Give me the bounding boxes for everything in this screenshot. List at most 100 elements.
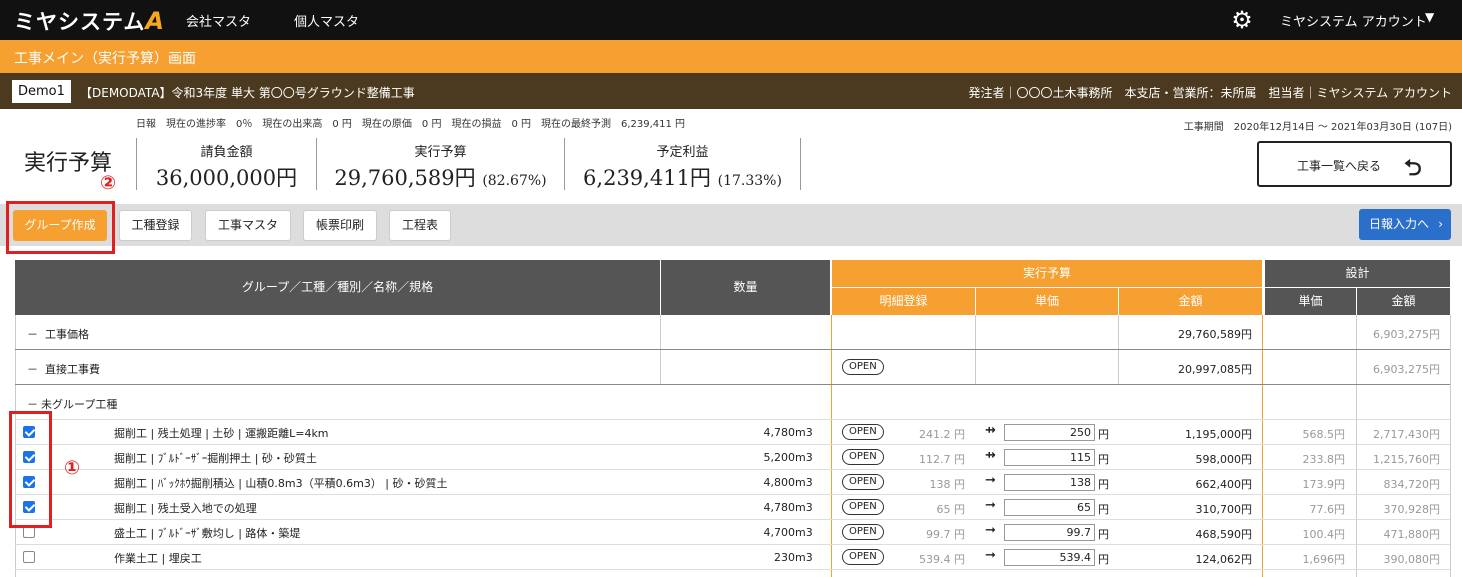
chevron-down-icon[interactable]: ▼ bbox=[1425, 10, 1434, 24]
row-checkbox[interactable] bbox=[23, 551, 35, 563]
item-name: 掘削工 | ﾊﾞｯｸﾎｳ掘削積込 | 山積0.8m3（平積0.6m3） | 砂・… bbox=[114, 477, 448, 490]
group-name: 直接工事費 bbox=[45, 363, 100, 376]
item-name: 盛土工 | ﾌﾞﾙﾄﾞｰｻﾞ敷均し | 路体・築堤 bbox=[114, 527, 301, 540]
project-bar: Demo1 【DEMODATA】令和3年度 単大 第〇〇号グラウンド整備工事 発… bbox=[0, 73, 1462, 109]
item-unit: m3 bbox=[795, 426, 813, 439]
summary-contract: 請負金額 36,000,000円 bbox=[136, 138, 316, 190]
top-navbar: ミヤシステムA 会社マスタ 個人マスタ ⚙ ミヤシステム アカウント ▼ bbox=[0, 0, 1462, 40]
group-amount: 20,997,085円 bbox=[1178, 363, 1252, 376]
item-qty: 230 bbox=[774, 551, 795, 564]
screen-title: 工事メイン（実行予算）画面 bbox=[14, 51, 196, 67]
logo-accent: A bbox=[145, 7, 165, 35]
screen-title-bar: 工事メイン（実行予算）画面 bbox=[0, 40, 1462, 73]
summary-label: 実行予算 bbox=[414, 145, 467, 160]
unit-price-input[interactable]: 115 bbox=[1004, 449, 1095, 466]
item-amount: 598,000円 bbox=[1195, 453, 1253, 466]
table-row: 作業土工 | 埋戻工 230 m3 OPEN 539.4 円 ➞ 539.4 円 124,062… bbox=[15, 545, 1450, 570]
table-row: 掘削工 | ﾊﾞｯｸﾎｳ掘削積込 | 山積0.8m3（平積0.6m3） | 砂・… bbox=[15, 470, 1450, 495]
item-unit: m3 bbox=[795, 451, 813, 464]
item-name: 掘削工 | 残土受入地での処理 bbox=[114, 502, 257, 515]
summary-label: 予定利益 bbox=[656, 145, 709, 160]
col-header-qty: 数量 bbox=[661, 260, 830, 315]
table-row: 掘削工 | 残土処理 | 土砂 | 運搬距離L=4km 4,780 m3 OPEN 24… bbox=[15, 420, 1450, 445]
open-button[interactable]: OPEN bbox=[842, 524, 884, 540]
item-ref-price: 241.2 円 bbox=[919, 428, 965, 441]
annotation-two: ② bbox=[100, 172, 117, 194]
apply-arrow-icon[interactable]: ➞ bbox=[985, 548, 996, 563]
col-header-detail: 明細登録 bbox=[832, 288, 975, 315]
item-design-unit: 568.5円 bbox=[1302, 428, 1346, 441]
apply-arrow-icon[interactable]: ➞ bbox=[985, 523, 996, 538]
collapse-toggle[interactable]: － bbox=[27, 361, 38, 377]
item-ref-price: 65 円 bbox=[936, 503, 966, 516]
item-unit: m3 bbox=[795, 476, 813, 489]
collapse-toggle[interactable]: － bbox=[27, 326, 38, 342]
group-amount: 29,760,589円 bbox=[1178, 328, 1252, 341]
col-header-design: 設計 bbox=[1265, 260, 1450, 287]
col-divider bbox=[1450, 315, 1451, 577]
item-amount: 662,400円 bbox=[1195, 478, 1253, 491]
item-amount: 1,195,000円 bbox=[1185, 428, 1252, 441]
item-ref-price: 138 円 bbox=[929, 478, 966, 491]
unit-price-input[interactable]: 65 bbox=[1004, 499, 1095, 516]
open-button[interactable]: OPEN bbox=[842, 359, 884, 375]
item-design-amount: 370,928円 bbox=[1383, 503, 1441, 516]
item-design-amount: 834,720円 bbox=[1383, 478, 1441, 491]
chevron-right-icon: › bbox=[1438, 217, 1443, 231]
unit-price-input[interactable]: 250 bbox=[1004, 424, 1095, 441]
group-row-direct-cost[interactable]: － 直接工事費 OPEN 20,997,085円 6,903,275円 bbox=[15, 350, 1450, 385]
item-qty: 4,800 bbox=[763, 476, 796, 489]
app-logo[interactable]: ミヤシステムA bbox=[14, 6, 165, 36]
group-name: 工事価格 bbox=[45, 328, 89, 341]
item-qty: 4,700 bbox=[763, 526, 796, 539]
apply-arrow-icon[interactable]: ➞ bbox=[985, 473, 996, 488]
group-name: 未グループ工種 bbox=[41, 398, 118, 411]
highlight-box-two bbox=[6, 201, 115, 254]
item-amount: 124,062円 bbox=[1195, 553, 1253, 566]
account-menu[interactable]: ミヤシステム アカウント bbox=[1280, 11, 1427, 30]
item-qty: 4,780 bbox=[763, 501, 796, 514]
unit-price-input[interactable]: 138 bbox=[1004, 474, 1095, 491]
apply-arrow-icon[interactable]: ⇸ bbox=[985, 448, 996, 463]
nav-personal-master[interactable]: 個人マスタ bbox=[294, 11, 359, 30]
unit-price-input[interactable]: 99.7 bbox=[1004, 524, 1095, 541]
item-amount: 468,590円 bbox=[1195, 528, 1253, 541]
item-unit: m3 bbox=[795, 526, 813, 539]
schedule-button[interactable]: 工程表 bbox=[389, 210, 451, 241]
group-row-ungrouped[interactable]: － 未グループ工種 bbox=[15, 385, 1450, 420]
item-ref-price: 112.7 円 bbox=[919, 453, 965, 466]
item-design-amount: 1,215,760円 bbox=[1373, 453, 1440, 466]
work-master-button[interactable]: 工事マスタ bbox=[205, 210, 291, 241]
summary-value: 6,239,411円 (17.33%) bbox=[583, 166, 782, 190]
open-button[interactable]: OPEN bbox=[842, 424, 884, 440]
collapse-toggle[interactable]: － bbox=[27, 396, 38, 412]
group-row-construction-price[interactable]: － 工事価格 29,760,589円 6,903,275円 bbox=[15, 315, 1450, 350]
open-button[interactable]: OPEN bbox=[842, 449, 884, 465]
item-design-unit: 77.6円 bbox=[1309, 503, 1346, 516]
summary-profit: 予定利益 6,239,411円 (17.33%) bbox=[564, 138, 801, 190]
item-amount: 310,700円 bbox=[1195, 503, 1253, 516]
summary-value: 36,000,000円 bbox=[155, 166, 298, 190]
print-forms-button[interactable]: 帳票印刷 bbox=[303, 210, 377, 241]
apply-arrow-icon[interactable]: ➞ bbox=[985, 498, 996, 513]
open-button[interactable]: OPEN bbox=[842, 474, 884, 490]
apply-arrow-icon[interactable]: ⇸ bbox=[985, 423, 996, 438]
return-icon: ⮌ bbox=[1404, 156, 1422, 181]
open-button[interactable]: OPEN bbox=[842, 499, 884, 515]
daily-report-button[interactable]: 日報入力へ › bbox=[1359, 209, 1451, 240]
item-design-unit: 173.9円 bbox=[1302, 478, 1346, 491]
unit-price-input[interactable]: 539.4 bbox=[1004, 549, 1095, 566]
highlight-box-one bbox=[9, 411, 52, 528]
table-row: 盛土工 | ﾌﾞﾙﾄﾞｰｻﾞ敷均し | 路体・築堤 4,700 m3 OPEN 99.7… bbox=[15, 520, 1450, 545]
item-design-amount: 2,717,430円 bbox=[1373, 428, 1440, 441]
register-work-type-button[interactable]: 工種登録 bbox=[119, 210, 192, 241]
item-ref-price: 539.4 円 bbox=[919, 553, 965, 566]
col-header-design-unit: 単価 bbox=[1265, 288, 1356, 315]
open-button[interactable]: OPEN bbox=[842, 549, 884, 565]
item-design-unit: 233.8円 bbox=[1302, 453, 1346, 466]
back-button-label: 工事一覧へ戻る bbox=[1297, 159, 1382, 173]
col-header-exec-budget: 実行予算 bbox=[832, 260, 1262, 287]
gear-icon[interactable]: ⚙ bbox=[1228, 6, 1256, 34]
back-to-list-button[interactable]: 工事一覧へ戻る ⮌ bbox=[1257, 141, 1452, 187]
nav-company-master[interactable]: 会社マスタ bbox=[186, 11, 251, 30]
